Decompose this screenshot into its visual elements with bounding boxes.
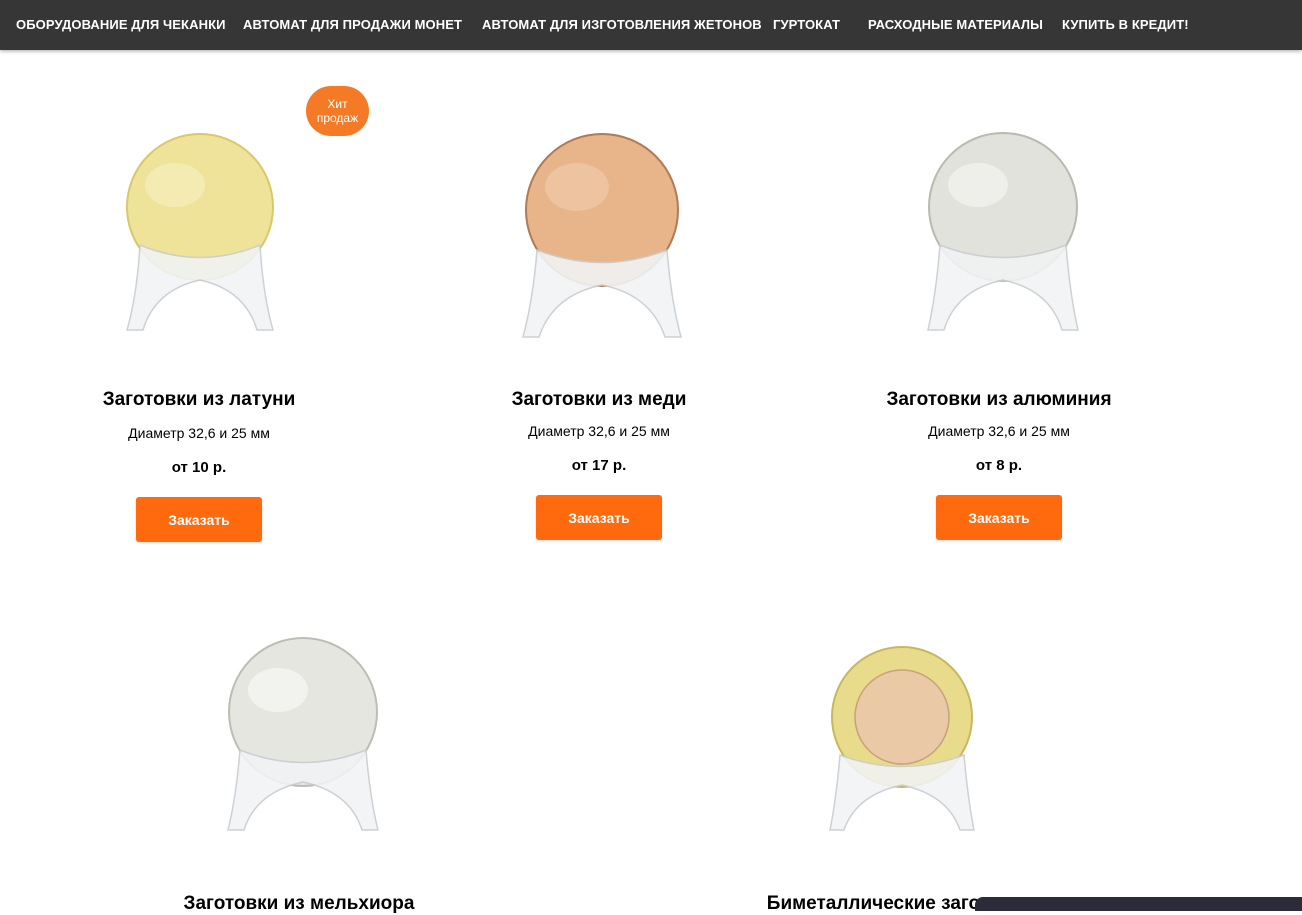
product-title[interactable]: Заготовки из алюминия	[886, 389, 1111, 411]
product-description: Диаметр 32,6 и 25 мм	[928, 423, 1070, 439]
order-button[interactable]: Заказать	[536, 495, 662, 540]
nav-item-minting-equipment[interactable]: ОБОРУДОВАНИЕ ДЛЯ ЧЕКАНКИ	[16, 17, 226, 32]
product-description: Диаметр 32,6 и 25 мм	[528, 423, 670, 439]
product-price: от 17 р.	[571, 457, 627, 474]
order-button[interactable]: Заказать	[936, 495, 1062, 540]
brass-blank-image[interactable]	[115, 125, 285, 340]
bimetallic-blank-image[interactable]	[820, 640, 985, 840]
product-price: от 10 р.	[171, 459, 227, 476]
product-title[interactable]: Заготовки из меди	[512, 389, 687, 411]
nav-item-credit[interactable]: КУПИТЬ В КРЕДИТ!	[1062, 17, 1189, 32]
coin-center	[854, 669, 950, 765]
order-button[interactable]: Заказать	[136, 497, 262, 542]
nav-item-consumables[interactable]: РАСХОДНЫЕ МАТЕРИАЛЫ	[868, 17, 1043, 32]
product-title[interactable]: Заготовки из мельхиора	[184, 893, 415, 915]
aluminium-blank-image[interactable]	[918, 125, 1088, 340]
product-description: Диаметр 32,6 и 25 мм	[128, 425, 270, 441]
chat-widget[interactable]	[975, 897, 1302, 911]
nav-item-edge-roller[interactable]: ГУРТОКАТ	[773, 17, 840, 32]
cupronickel-blank-image[interactable]	[218, 630, 388, 840]
product-price: от 8 р.	[975, 457, 1023, 474]
nav-item-token-machine[interactable]: АВТОМАТ ДЛЯ ИЗГОТОВЛЕНИЯ ЖЕТОНОВ	[482, 17, 762, 32]
copper-blank-image[interactable]	[515, 125, 690, 345]
product-title[interactable]: Заготовки из латуни	[103, 389, 296, 411]
top-navigation: ОБОРУДОВАНИЕ ДЛЯ ЧЕКАНКИ АВТОМАТ ДЛЯ ПРО…	[0, 0, 1302, 50]
bestseller-badge: Хит продаж	[306, 86, 369, 136]
nav-item-coin-vending[interactable]: АВТОМАТ ДЛЯ ПРОДАЖИ МОНЕТ	[243, 17, 462, 32]
